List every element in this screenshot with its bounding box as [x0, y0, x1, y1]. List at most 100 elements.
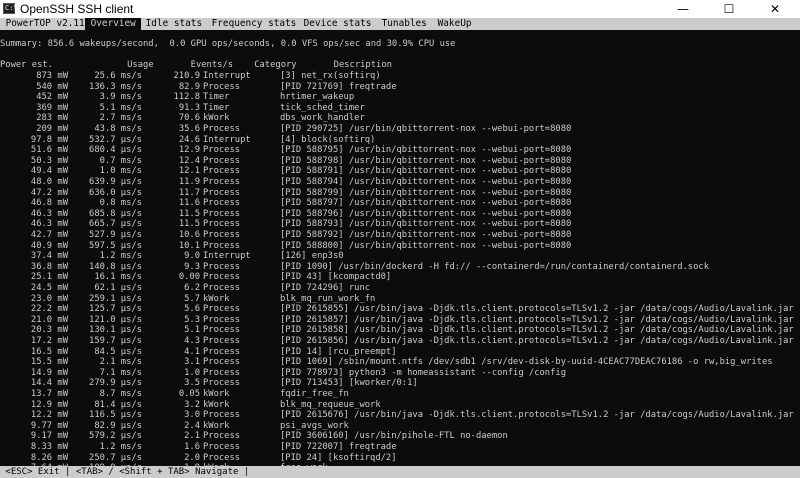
table-row: 48.0 mW 639.9 µs/s 11.9 Process [PID 588794]…: [0, 177, 800, 188]
category-value: Process: [203, 124, 241, 134]
category-value: Process: [203, 166, 241, 177]
table-row: 9.17 mW 579.2 µs/s 2.1 Process [PID 3606160]…: [0, 431, 800, 442]
tab-idle-stats[interactable]: Idle stats: [140, 18, 208, 30]
description-value: [PID 1090] /usr/bin/dockerd -H fd:// --c…: [280, 261, 709, 272]
category-value: Process: [203, 187, 241, 198]
usage-value: 5.1 ms/s: [99, 102, 142, 113]
close-button[interactable]: ✕: [752, 0, 798, 18]
category-value: Process: [203, 230, 241, 240]
table-row: 50.3 mW 0.7 ms/s 12.4 Process [PID 588798] /…: [0, 156, 800, 167]
power-value: 50.3 mW: [30, 155, 68, 166]
power-value: 37.4 mW: [30, 251, 68, 262]
events-value: 2.0: [184, 452, 200, 463]
category-value: Process: [203, 431, 241, 442]
description-value: [PID 588794] /usr/bin/qbittorrent-nox --…: [280, 177, 572, 187]
power-value: 48.0 mW: [30, 177, 68, 187]
usage-value: 639.9 µs/s: [89, 177, 142, 187]
description-value: [PID 588792] /usr/bin/qbittorrent-nox --…: [280, 230, 572, 240]
category-value: Timer: [203, 102, 230, 113]
tab-overview[interactable]: Overview: [85, 18, 142, 30]
description-value: [PID 2615855] /usr/bin/java -Djdk.tls.cl…: [280, 304, 794, 315]
category-value: Process: [203, 357, 241, 368]
events-value: 11.7: [178, 187, 200, 198]
table-row: 9.77 mW 82.9 µs/s 2.4 kWork psi_avgs_work: [0, 421, 800, 432]
table-row: 21.0 mW 121.0 µs/s 5.3 Process [PID 2615857]…: [0, 315, 800, 326]
key-help-text: <ESC> Exit | <TAB> / <Shift + TAB> Navig…: [0, 467, 250, 477]
events-value: 11.5: [178, 219, 200, 230]
window-titlebar: C:\ OpenSSH SSH client — ☐ ✕: [0, 0, 800, 18]
table-row: 49.4 mW 1.0 ms/s 12.1 Process [PID 588791] /…: [0, 166, 800, 177]
table-row: 209 mW 43.8 ms/s 35.6 Process [PID 290725] /…: [0, 124, 800, 135]
power-value: 15.5 mW: [30, 357, 68, 368]
tab-device-stats[interactable]: Device stats: [298, 18, 377, 30]
power-value: 209 mW: [36, 124, 68, 134]
description-value: [PID 588800] /usr/bin/qbittorrent-nox --…: [280, 240, 572, 251]
events-value: 3.1: [184, 357, 200, 368]
table-row: 13.7 mW 8.7 ms/s 0.05 kWork fqdir_free_fn: [0, 389, 800, 400]
table-row: 12.9 mW 81.4 µs/s 3.2 kWork blk_mq_requeue_w…: [0, 400, 800, 411]
table-row: 22.2 mW 125.7 µs/s 5.6 Process [PID 2615855]…: [0, 304, 800, 315]
tab-tunables[interactable]: Tunables: [376, 18, 432, 30]
usage-value: 159.7 µs/s: [89, 336, 142, 346]
usage-value: 579.2 µs/s: [89, 431, 142, 442]
terminal-area[interactable]: PowerTOP v2.11 Overview Idle stats Frequ…: [0, 18, 800, 478]
usage-value: 130.1 µs/s: [89, 325, 142, 336]
usage-value: 597.5 µs/s: [89, 240, 142, 251]
power-value: 369 mW: [36, 102, 68, 113]
category-value: Process: [203, 378, 241, 389]
maximize-button[interactable]: ☐: [706, 0, 752, 18]
power-value: 14.9 mW: [30, 367, 68, 378]
events-value: 10.6: [178, 230, 200, 240]
usage-value: 2.1 ms/s: [99, 357, 142, 368]
events-value: 3.2: [184, 399, 200, 410]
table-row: 283 mW 2.7 ms/s 70.6 kWork dbs_work_handler: [0, 113, 800, 124]
description-value: [PID 2615858] /usr/bin/java -Djdk.tls.cl…: [280, 325, 794, 336]
events-value: 9.0: [184, 251, 200, 262]
power-value: 16.5 mW: [30, 346, 68, 357]
tab-wakeup[interactable]: WakeUp: [432, 18, 477, 30]
minimize-button[interactable]: —: [660, 0, 706, 18]
description-value: [PID 724296] runc: [280, 283, 371, 293]
description-value: [PID 2615857] /usr/bin/java -Djdk.tls.cl…: [280, 314, 794, 325]
events-value: 35.6: [178, 124, 200, 134]
category-value: kWork: [203, 113, 230, 124]
category-value: Process: [203, 283, 241, 293]
category-value: kWork: [203, 399, 230, 410]
usage-value: 82.9 µs/s: [94, 420, 142, 431]
description-value: blk_mq_run_work_fn: [280, 293, 376, 304]
usage-value: 2.7 ms/s: [99, 113, 142, 124]
category-value: Process: [203, 145, 241, 156]
usage-value: 84.5 µs/s: [94, 346, 142, 357]
tab-frequency-stats[interactable]: Frequency stats: [206, 18, 302, 30]
usage-value: 3.9 ms/s: [99, 92, 142, 103]
description-value: [PID 588799] /usr/bin/qbittorrent-nox --…: [280, 187, 572, 198]
events-value: 5.7: [184, 293, 200, 304]
description-value: [PID 2615676] /usr/bin/java -Djdk.tls.cl…: [280, 410, 794, 421]
power-value: 873 mW: [36, 71, 68, 81]
usage-value: 279.9 µs/s: [89, 378, 142, 389]
events-value: 6.2: [184, 283, 200, 293]
events-value: 5.1: [184, 325, 200, 336]
events-value: 82.9: [178, 81, 200, 92]
category-value: Process: [203, 325, 241, 336]
power-value: 8.33 mW: [30, 442, 68, 452]
usage-value: 1.0 ms/s: [99, 166, 142, 177]
table-row: 16.5 mW 84.5 µs/s 4.1 Process [PID 14] [rcu_…: [0, 347, 800, 358]
table-row: 40.9 mW 597.5 µs/s 10.1 Process [PID 588800]…: [0, 241, 800, 252]
description-value: [PID 588797] /usr/bin/qbittorrent-nox --…: [280, 198, 572, 209]
usage-value: 1.2 ms/s: [99, 251, 142, 262]
power-value: 12.2 mW: [30, 410, 68, 421]
power-value: 12.9 mW: [30, 399, 68, 410]
usage-value: 527.9 µs/s: [89, 230, 142, 240]
usage-value: 7.1 ms/s: [99, 367, 142, 378]
category-value: Process: [203, 367, 241, 378]
usage-value: 680.4 µs/s: [89, 145, 142, 156]
category-value: Process: [203, 81, 241, 92]
events-value: 12.4: [178, 155, 200, 166]
events-value: 2.4: [184, 420, 200, 431]
usage-value: 1.2 ms/s: [99, 442, 142, 452]
description-value: [PID 43] [kcompactd0]: [280, 272, 392, 283]
table-row: 25.1 mW 16.1 ms/s 0.00 Process [PID 43] [kco…: [0, 272, 800, 283]
usage-value: 140.8 µs/s: [89, 261, 142, 272]
category-value: Process: [203, 155, 241, 166]
